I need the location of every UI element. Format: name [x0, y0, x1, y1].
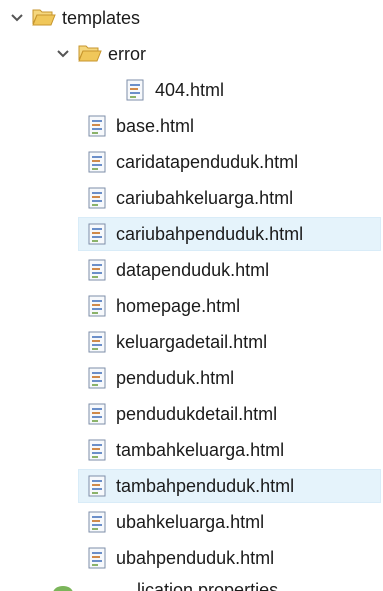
leaf-icon — [53, 586, 73, 591]
tree-item-file-selected[interactable]: cariubahpenduduk.html — [0, 216, 383, 252]
tree-item-404-html[interactable]: 404.html — [0, 72, 383, 108]
tree-item-label: keluargadetail.html — [116, 332, 268, 352]
tree-item-label: templates — [62, 8, 141, 28]
tree-item-label: cariubahkeluarga.html — [116, 188, 294, 208]
tree-item-file[interactable]: keluargadetail.html — [0, 324, 383, 360]
tree-item-label: tambahkeluarga.html — [116, 440, 285, 460]
tree-item-file[interactable]: homepage.html — [0, 288, 383, 324]
html-file-icon — [88, 223, 106, 245]
chevron-down-icon[interactable] — [9, 10, 25, 26]
html-file-icon — [88, 547, 106, 569]
tree-item-label: homepage.html — [116, 296, 241, 316]
tree-item-label: ...lication.properties — [122, 580, 279, 591]
chevron-down-icon[interactable] — [55, 46, 71, 62]
html-file-icon — [88, 151, 106, 173]
tree-item-label: pendudukdetail.html — [116, 404, 278, 424]
html-file-icon — [88, 367, 106, 389]
html-file-icon — [88, 475, 106, 497]
html-file-icon — [88, 511, 106, 533]
html-file-icon — [88, 331, 106, 353]
tree-item-error[interactable]: error — [0, 36, 383, 72]
tree-item-label: caridatapenduduk.html — [116, 152, 299, 172]
open-folder-icon — [78, 45, 102, 62]
tree-item-label: error — [108, 44, 147, 64]
tree-item-label: ubahkeluarga.html — [116, 512, 265, 532]
html-file-icon — [88, 259, 106, 281]
tree-item-file[interactable]: ubahkeluarga.html — [0, 504, 383, 540]
open-folder-icon — [32, 9, 56, 26]
tree-item-partial[interactable]: ...lication.properties — [0, 578, 383, 591]
tree-item-file[interactable]: tambahkeluarga.html — [0, 432, 383, 468]
tree-item-file[interactable]: pendudukdetail.html — [0, 396, 383, 432]
tree-item-file[interactable]: penduduk.html — [0, 360, 383, 396]
html-file-icon — [88, 403, 106, 425]
html-file-icon — [88, 115, 106, 137]
tree-item-file[interactable]: datapenduduk.html — [0, 252, 383, 288]
html-file-icon — [88, 295, 106, 317]
html-file-icon — [126, 79, 144, 101]
html-file-icon — [88, 439, 106, 461]
tree-item-label: tambahpenduduk.html — [116, 476, 295, 496]
tree-item-file-selected[interactable]: tambahpenduduk.html — [0, 468, 383, 504]
tree-item-label: ubahpenduduk.html — [116, 548, 275, 568]
tree-item-file[interactable]: base.html — [0, 108, 383, 144]
tree-item-templates[interactable]: templates — [0, 0, 383, 36]
html-file-icon — [88, 187, 106, 209]
tree-item-label: penduduk.html — [116, 368, 235, 388]
tree-item-label: datapenduduk.html — [116, 260, 270, 280]
tree-item-file[interactable]: ubahpenduduk.html — [0, 540, 383, 576]
tree-item-label: cariubahpenduduk.html — [116, 224, 304, 244]
tree-item-file[interactable]: cariubahkeluarga.html — [0, 180, 383, 216]
tree-item-label: 404.html — [155, 80, 225, 100]
tree-item-label: base.html — [116, 116, 195, 136]
tree-item-file[interactable]: caridatapenduduk.html — [0, 144, 383, 180]
